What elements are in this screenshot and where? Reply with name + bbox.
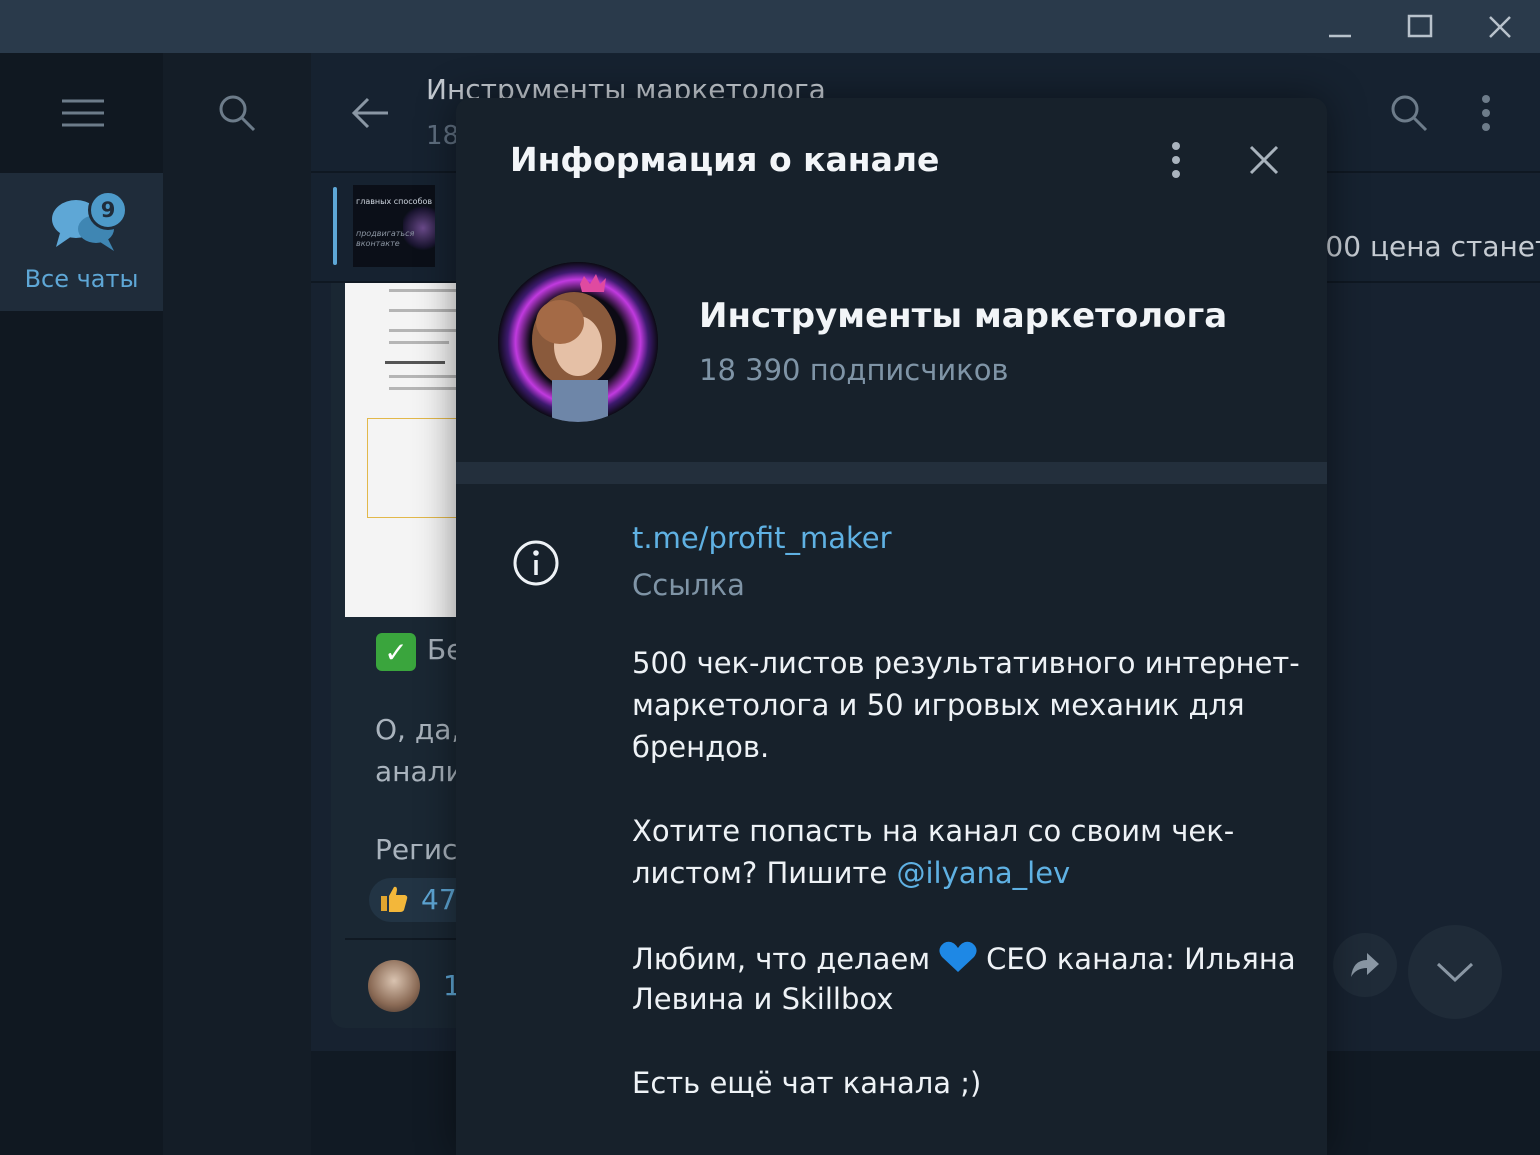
window-close-button[interactable] xyxy=(1460,0,1540,53)
share-arrow-icon xyxy=(1351,953,1379,977)
chat-search-button[interactable] xyxy=(1379,83,1439,143)
share-button[interactable] xyxy=(1333,933,1397,997)
back-button[interactable] xyxy=(341,83,401,143)
modal-close-button[interactable] xyxy=(1236,134,1292,186)
search-icon xyxy=(219,95,256,132)
folder-label: Все чаты xyxy=(24,265,139,293)
scroll-down-button[interactable] xyxy=(1408,925,1502,1019)
post-text-line: анали xyxy=(375,755,464,788)
minimize-icon xyxy=(1329,34,1351,37)
about-text-line: маркетолога и 50 игровых механик для xyxy=(632,688,1245,722)
about-text-prefix: листом? Пишите xyxy=(632,856,897,890)
chat-list-search-button[interactable] xyxy=(207,83,267,143)
chat-list-panel xyxy=(163,53,311,1155)
unread-badge: 9 xyxy=(88,190,128,230)
about-text-line: Есть ещё чат канала ;) xyxy=(632,1066,982,1100)
minimize-button[interactable] xyxy=(1300,0,1380,53)
main-menu-button[interactable] xyxy=(43,83,123,143)
about-text-line: 500 чек-листов результативного интернет- xyxy=(632,646,1300,680)
link-caption: Ссылка xyxy=(632,568,745,602)
channel-link[interactable]: t.me/profit_maker xyxy=(632,521,892,555)
chat-subtitle: 18 xyxy=(426,121,460,151)
maximize-button[interactable] xyxy=(1380,0,1460,53)
about-text-line: листом? Пишите @ilyana_lev xyxy=(632,856,1070,890)
modal-title: Информация о канале xyxy=(510,140,940,179)
pinned-indicator xyxy=(333,187,337,265)
check-mark-emoji: ✓ xyxy=(376,633,416,671)
about-text-line: Любим, что делаем CEO канала: Ильяна xyxy=(632,940,1296,976)
vertical-dots-icon xyxy=(1172,142,1180,178)
channel-name: Инструменты маркетолога xyxy=(699,296,1228,336)
channel-info-modal: Информация о канале Инструменты маркетол… xyxy=(456,98,1327,1155)
commenter-avatar xyxy=(368,960,420,1012)
thumbs-up-emoji xyxy=(381,886,408,912)
folder-sidebar: 9 Все чаты xyxy=(0,53,163,1155)
chevron-down-icon xyxy=(1436,962,1474,983)
maximize-icon xyxy=(1407,14,1433,37)
about-text-line: Левина и Skillbox xyxy=(632,982,894,1016)
hamburger-icon xyxy=(62,99,104,127)
window-title-bar xyxy=(0,0,1540,53)
arrow-left-icon xyxy=(352,97,388,129)
about-text-line: Хотите попасть на канал со своим чек- xyxy=(632,814,1235,848)
pinned-thumb-subtext: продвигаться вконтакте xyxy=(356,229,415,248)
reaction-count: 47 xyxy=(421,883,457,916)
about-text-line: брендов. xyxy=(632,730,770,764)
modal-more-button[interactable] xyxy=(1151,134,1201,186)
channel-avatar[interactable] xyxy=(498,262,658,422)
about-text-prefix: Любим, что делаем xyxy=(632,942,931,976)
subscriber-count: 18 390 подписчиков xyxy=(699,353,1009,387)
section-divider xyxy=(456,462,1327,484)
pinned-thumb-text: главных способов xyxy=(356,197,433,206)
mention-link[interactable]: @ilyana_lev xyxy=(896,856,1070,890)
search-icon xyxy=(1391,95,1428,132)
blue-heart-emoji xyxy=(939,941,977,972)
close-icon xyxy=(1489,15,1511,38)
pinned-text: :00 цена станет xyxy=(1316,230,1540,263)
about-text-suffix: CEO канала: Ильяна xyxy=(986,942,1296,976)
pinned-thumbnail: главных способов продвигаться вконтакте xyxy=(353,185,435,267)
info-icon xyxy=(513,540,559,586)
post-text-line: О, да, xyxy=(375,713,461,746)
folder-all-chats[interactable]: 9 Все чаты xyxy=(0,173,163,311)
chat-more-button[interactable] xyxy=(1461,83,1511,143)
vertical-dots-icon xyxy=(1482,95,1490,131)
close-icon xyxy=(1249,145,1279,175)
